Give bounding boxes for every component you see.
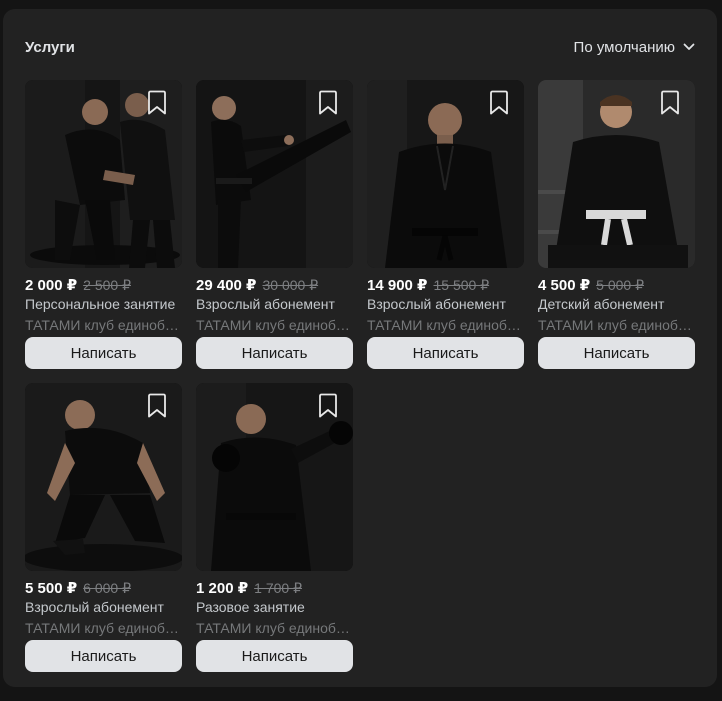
price: 5 500 ₽ bbox=[25, 580, 78, 597]
sort-dropdown[interactable]: По умолчанию bbox=[574, 39, 695, 56]
bookmark-icon[interactable] bbox=[659, 90, 681, 116]
club-name: ТАТАМИ клуб единоборств bbox=[196, 317, 353, 333]
section-title: Услуги bbox=[25, 38, 75, 56]
service-photo[interactable] bbox=[196, 383, 353, 571]
service-card[interactable]: 2 000 ₽ 2 500 ₽ Персональное занятие ТАТ… bbox=[25, 80, 182, 369]
old-price: 5 000 ₽ bbox=[596, 277, 644, 293]
service-photo[interactable] bbox=[196, 80, 353, 268]
price: 1 200 ₽ bbox=[196, 580, 249, 597]
service-name[interactable]: Разовое занятие bbox=[196, 598, 353, 616]
sort-label: По умолчанию bbox=[573, 38, 675, 56]
old-price: 1 700 ₽ bbox=[254, 580, 302, 596]
service-name[interactable]: Взрослый абонемент bbox=[25, 598, 182, 616]
service-card[interactable]: 5 500 ₽ 6 000 ₽ Взрослый абонемент ТАТАМ… bbox=[25, 383, 182, 672]
price: 29 400 ₽ bbox=[196, 277, 257, 294]
service-photo[interactable] bbox=[25, 80, 182, 268]
old-price: 15 500 ₽ bbox=[433, 277, 490, 293]
club-name: ТАТАМИ клуб единоборств bbox=[25, 317, 182, 333]
price-row: 4 500 ₽ 5 000 ₽ bbox=[538, 276, 695, 294]
bookmark-icon[interactable] bbox=[146, 393, 168, 419]
price-row: 29 400 ₽ 30 000 ₽ bbox=[196, 276, 353, 294]
club-name: ТАТАМИ клуб единоборств bbox=[367, 317, 524, 333]
write-button[interactable]: Написать bbox=[538, 337, 695, 369]
write-button[interactable]: Написать bbox=[196, 640, 353, 672]
service-name[interactable]: Детский абонемент bbox=[538, 295, 695, 313]
service-photo[interactable] bbox=[367, 80, 524, 268]
bookmark-icon[interactable] bbox=[317, 90, 339, 116]
old-price: 6 000 ₽ bbox=[83, 580, 131, 596]
price-row: 2 000 ₽ 2 500 ₽ bbox=[25, 276, 182, 294]
service-card[interactable]: 29 400 ₽ 30 000 ₽ Взрослый абонемент ТАТ… bbox=[196, 80, 353, 369]
chevron-down-icon bbox=[683, 43, 695, 50]
club-name: ТАТАМИ клуб единоборств bbox=[25, 620, 182, 636]
service-card[interactable]: 4 500 ₽ 5 000 ₽ Детский абонемент ТАТАМИ… bbox=[538, 80, 695, 369]
price-row: 5 500 ₽ 6 000 ₽ bbox=[25, 579, 182, 597]
service-card[interactable]: 1 200 ₽ 1 700 ₽ Разовое занятие ТАТАМИ к… bbox=[196, 383, 353, 672]
service-photo[interactable] bbox=[538, 80, 695, 268]
service-name[interactable]: Взрослый абонемент bbox=[367, 295, 524, 313]
bookmark-icon[interactable] bbox=[488, 90, 510, 116]
services-panel: Услуги По умолчанию 2 000 ₽ 2 500 ₽ Перс… bbox=[3, 9, 717, 687]
bookmark-icon[interactable] bbox=[146, 90, 168, 116]
club-name: ТАТАМИ клуб единоборств bbox=[196, 620, 353, 636]
service-card[interactable]: 14 900 ₽ 15 500 ₽ Взрослый абонемент ТАТ… bbox=[367, 80, 524, 369]
service-photo[interactable] bbox=[25, 383, 182, 571]
price: 4 500 ₽ bbox=[538, 277, 591, 294]
price: 2 000 ₽ bbox=[25, 277, 78, 294]
services-header: Услуги По умолчанию bbox=[25, 37, 695, 57]
old-price: 2 500 ₽ bbox=[83, 277, 131, 293]
service-name[interactable]: Взрослый абонемент bbox=[196, 295, 353, 313]
write-button[interactable]: Написать bbox=[25, 337, 182, 369]
price-row: 14 900 ₽ 15 500 ₽ bbox=[367, 276, 524, 294]
price: 14 900 ₽ bbox=[367, 277, 428, 294]
write-button[interactable]: Написать bbox=[25, 640, 182, 672]
price-row: 1 200 ₽ 1 700 ₽ bbox=[196, 579, 353, 597]
bookmark-icon[interactable] bbox=[317, 393, 339, 419]
write-button[interactable]: Написать bbox=[367, 337, 524, 369]
club-name: ТАТАМИ клуб единоборств bbox=[538, 317, 695, 333]
old-price: 30 000 ₽ bbox=[262, 277, 319, 293]
write-button[interactable]: Написать bbox=[196, 337, 353, 369]
service-name[interactable]: Персональное занятие bbox=[25, 295, 182, 313]
services-grid: 2 000 ₽ 2 500 ₽ Персональное занятие ТАТ… bbox=[25, 80, 695, 672]
